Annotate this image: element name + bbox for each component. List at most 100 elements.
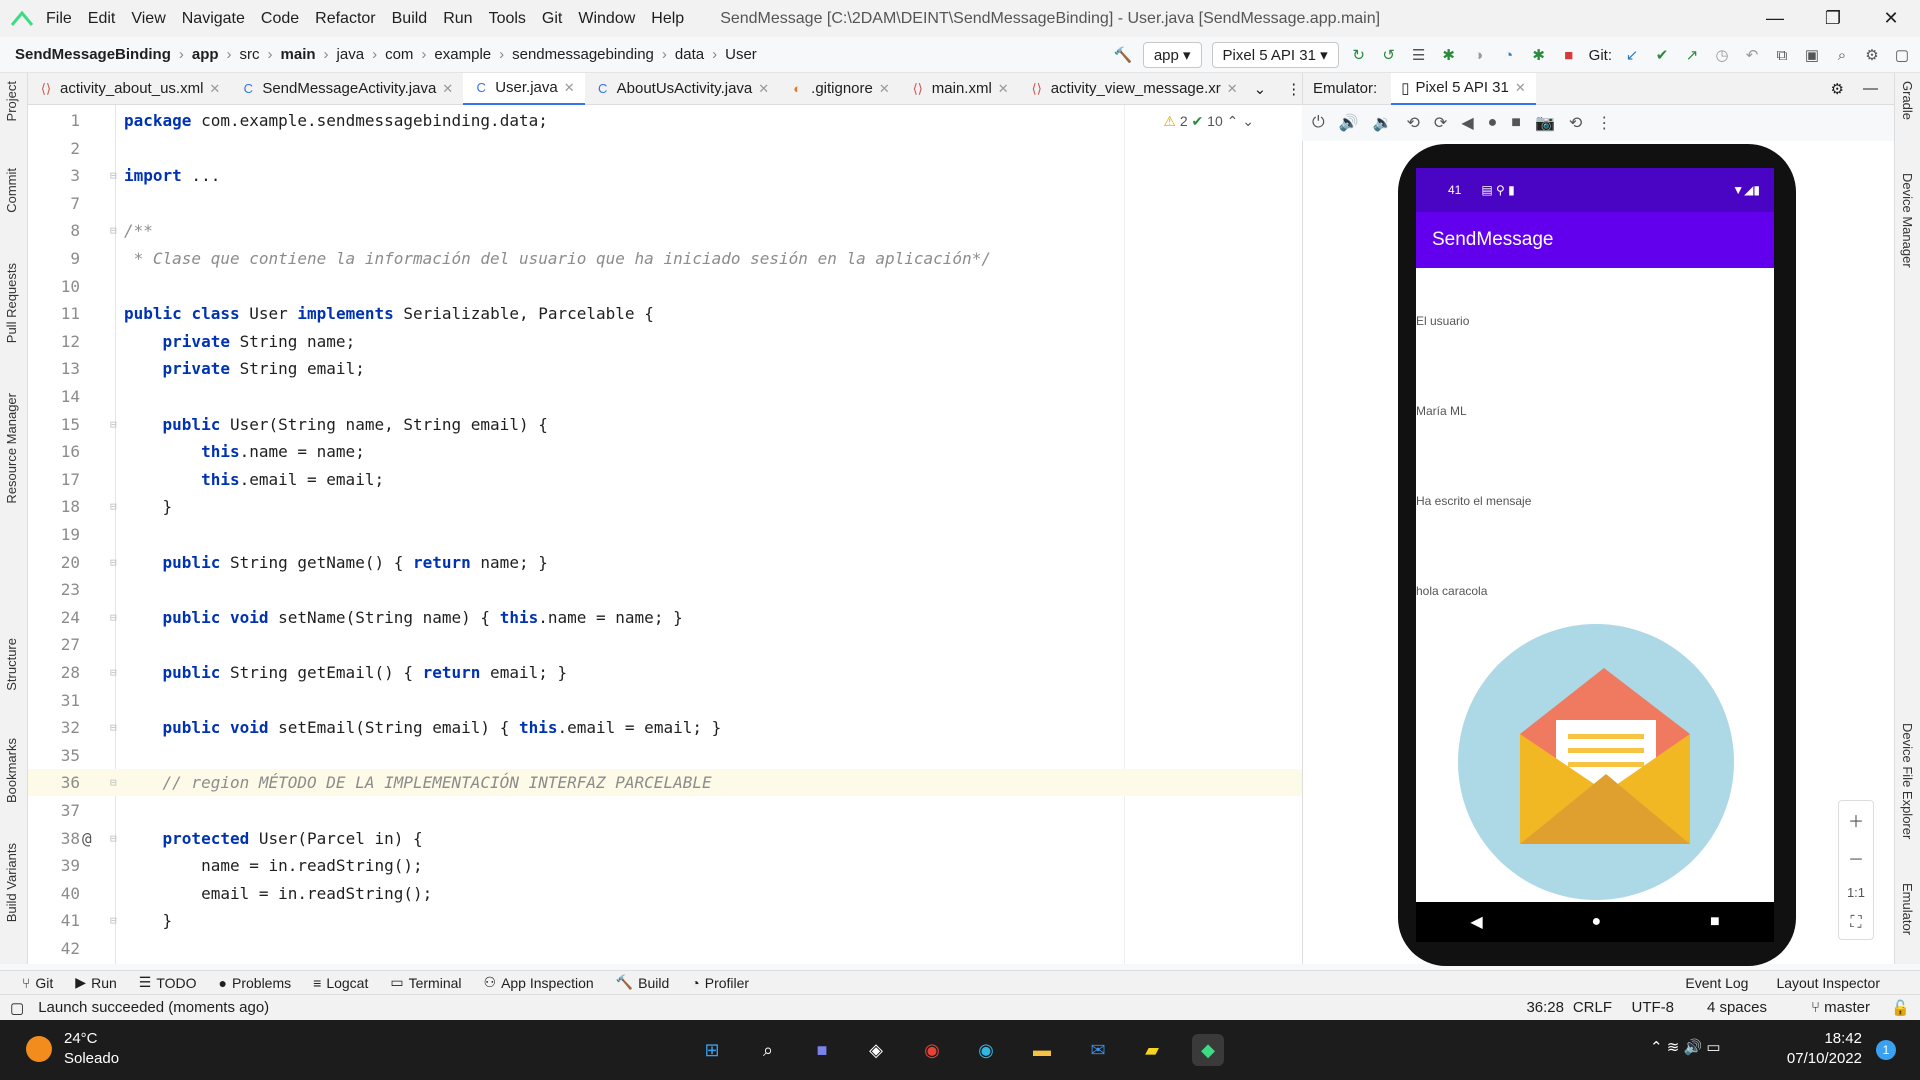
home-icon[interactable]: ●	[1488, 114, 1498, 132]
camera-icon[interactable]: 📷	[1535, 113, 1555, 133]
rotate-right-icon[interactable]: ⟳	[1434, 113, 1447, 133]
tool-window-pull-requests[interactable]: Pull Requests	[4, 263, 19, 343]
bottom-tool-profiler[interactable]: ◔ Profiler	[691, 975, 749, 991]
sdk-manager-icon[interactable]: ▣	[1802, 45, 1822, 65]
cursor-position[interactable]: 36:28	[1526, 999, 1564, 1016]
more-icon[interactable]: ⋮	[1286, 80, 1301, 98]
menu-item[interactable]: Help	[651, 10, 684, 27]
status-icon[interactable]: ▢	[10, 999, 24, 1017]
close-icon[interactable]: ✕	[1862, 0, 1920, 37]
gear-icon[interactable]: ⚙	[1862, 45, 1882, 65]
fold-icon[interactable]: ⊟	[110, 769, 117, 796]
bottom-tool-run[interactable]: ▶ Run	[75, 974, 116, 991]
bottom-tool-git[interactable]: ⑂ Git	[22, 975, 53, 991]
list-icon[interactable]: ☰	[1409, 45, 1429, 65]
volume-down-icon[interactable]: 🔉	[1373, 113, 1393, 133]
fold-icon[interactable]: ⊟	[110, 162, 117, 189]
close-icon[interactable]: ✕	[879, 81, 890, 97]
device-recents-icon[interactable]: ■	[1710, 913, 1720, 931]
device-back-icon[interactable]: ◀	[1470, 912, 1482, 932]
rerun-icon[interactable]: ↻	[1349, 45, 1369, 65]
editor-tab[interactable]: C AboutUsActivity.java ✕	[585, 73, 780, 105]
emulator-tab[interactable]: ▯ Pixel 5 API 31 ✕	[1391, 72, 1536, 105]
clock-date[interactable]: 07/10/2022	[1772, 1050, 1862, 1067]
menu-item[interactable]: File	[46, 10, 72, 27]
fold-icon[interactable]: ⊟	[110, 411, 117, 438]
tool-window-build-variants[interactable]: Build Variants	[4, 843, 19, 922]
tool-window-device-file-explorer[interactable]: Device File Explorer	[1900, 723, 1915, 839]
debug-icon[interactable]: ✱	[1439, 45, 1459, 65]
fold-icon[interactable]: ⊟	[110, 825, 117, 852]
breadcrumb-item[interactable]: data	[675, 46, 704, 63]
editor-tab[interactable]: ⟨⟩ activity_about_us.xml ✕	[28, 73, 230, 105]
widgets-icon[interactable]: ◈	[860, 1034, 892, 1066]
weather-temp[interactable]: 24°C	[64, 1030, 98, 1047]
close-icon[interactable]: ✕	[442, 81, 453, 97]
rotate-left-icon[interactable]: ⟲	[1407, 113, 1420, 133]
breadcrumb-item[interactable]: app	[192, 46, 219, 63]
rollback-icon[interactable]: ↶	[1742, 45, 1762, 65]
tool-window-resource-manager[interactable]: Resource Manager	[4, 393, 19, 504]
start-icon[interactable]: ⊞	[696, 1034, 728, 1066]
fold-icon[interactable]: ⊟	[110, 549, 117, 576]
menu-item[interactable]: Code	[261, 10, 299, 27]
editor-tab[interactable]: C SendMessageActivity.java ✕	[230, 73, 463, 105]
bottom-tool-problems[interactable]: ● Problems	[219, 975, 292, 991]
menu-item[interactable]: Run	[443, 10, 472, 27]
close-icon[interactable]: ✕	[564, 80, 575, 96]
menu-item[interactable]: Build	[392, 10, 428, 27]
apply-changes-icon[interactable]: ↺	[1379, 45, 1399, 65]
indent-setting[interactable]: 4 spaces	[1707, 999, 1767, 1016]
bottom-tool-todo[interactable]: ☰ TODO	[139, 974, 197, 991]
breadcrumb-item[interactable]: com	[385, 46, 413, 63]
menu-item[interactable]: Window	[578, 10, 635, 27]
tray-icons[interactable]: ⌃ ≋ 🔊 ▭	[1650, 1038, 1721, 1056]
tool-window-project[interactable]: Project	[4, 81, 19, 121]
fold-icon[interactable]: ⊟	[110, 493, 117, 520]
editor-tab[interactable]: ⟨⟩ main.xml ✕	[900, 73, 1019, 105]
bottom-tool-event-log[interactable]: Event Log	[1685, 975, 1748, 991]
device-home-icon[interactable]: ●	[1591, 913, 1601, 931]
breadcrumb-item[interactable]: example	[434, 46, 491, 63]
hammer-icon[interactable]: 🔨	[1113, 45, 1133, 65]
breadcrumb-item[interactable]: SendMessageBinding	[15, 46, 171, 63]
tabs-dropdown-icon[interactable]: ⌄	[1254, 80, 1267, 98]
close-icon[interactable]: ✕	[998, 81, 1009, 97]
zoom-ratio[interactable]: 1:1	[1847, 885, 1865, 900]
sticky-notes-icon[interactable]: ▰	[1136, 1034, 1168, 1066]
more-icon[interactable]: ⋮	[1596, 113, 1612, 133]
search-icon[interactable]: ⌕	[752, 1034, 784, 1066]
tool-window-emulator[interactable]: Emulator	[1900, 883, 1915, 935]
fold-icon[interactable]: ⊟	[110, 217, 117, 244]
breadcrumb-item[interactable]: sendmessagebinding	[512, 46, 654, 63]
fold-icon[interactable]: ⊟	[110, 604, 117, 631]
bottom-tool-terminal[interactable]: ▭ Terminal	[390, 974, 461, 991]
back-icon[interactable]: ◀	[1461, 113, 1473, 133]
restore-icon[interactable]: ❐	[1804, 0, 1862, 37]
device-screen[interactable]: 41 ▤ ⚲ ▮ ▼◢▮ SendMessage El usuario Marí…	[1416, 168, 1774, 902]
power-icon[interactable]: ⏻	[1312, 114, 1325, 132]
override-marker-icon[interactable]: @	[82, 825, 92, 852]
tool-window-bookmarks[interactable]: Bookmarks	[4, 738, 19, 803]
tool-window-structure[interactable]: Structure	[4, 638, 19, 691]
overview-icon[interactable]: ■	[1511, 114, 1521, 132]
device-manager-icon[interactable]: ⧉	[1772, 45, 1792, 65]
fold-icon[interactable]: ⊟	[110, 659, 117, 686]
volume-up-icon[interactable]: 🔊	[1339, 113, 1359, 133]
fit-screen-icon[interactable]: ⛶	[1850, 914, 1861, 932]
git-update-icon[interactable]: ↙	[1622, 45, 1642, 65]
notification-badge[interactable]: 1	[1876, 1040, 1896, 1060]
tool-window-gradle[interactable]: Gradle	[1900, 81, 1915, 120]
git-branch[interactable]: ⑂ master	[1811, 999, 1870, 1016]
gear-icon[interactable]: ⚙	[1831, 80, 1844, 98]
coverage-icon[interactable]: ✱	[1529, 45, 1549, 65]
file-encoding[interactable]: UTF-8	[1632, 999, 1675, 1016]
android-studio-icon[interactable]: ◆	[1192, 1034, 1224, 1066]
chrome-icon[interactable]: ◉	[916, 1034, 948, 1066]
close-icon[interactable]: ✕	[758, 81, 769, 97]
breadcrumb-item[interactable]: java	[337, 46, 365, 63]
edge-icon[interactable]: ◉	[970, 1034, 1002, 1066]
mail-icon[interactable]: ✉	[1082, 1034, 1114, 1066]
fold-icon[interactable]: ⊟	[110, 714, 117, 741]
close-icon[interactable]: ✕	[1227, 81, 1238, 97]
